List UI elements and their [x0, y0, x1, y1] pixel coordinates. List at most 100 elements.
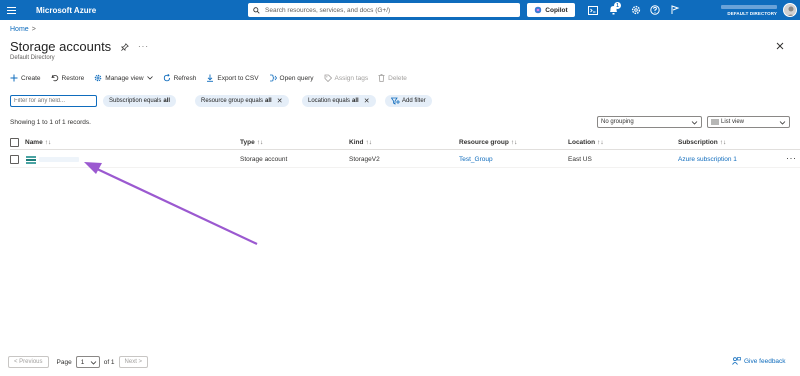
column-header-subscription[interactable]: Subscription ↑↓: [678, 139, 726, 146]
query-icon: [269, 74, 277, 82]
page-title: Storage accounts: [10, 39, 112, 54]
filter-pill-location[interactable]: Location equals all ✕: [302, 95, 376, 107]
chevron-down-icon: [146, 76, 153, 80]
add-filter-icon: [391, 97, 400, 105]
export-csv-button[interactable]: Export to CSV: [206, 74, 259, 82]
notification-badge: 1: [614, 2, 621, 9]
page-value: 1: [80, 358, 85, 366]
table-header: Name ↑↓ Type ↑↓ Kind ↑↓ Resource group ↑↓ Lo…: [10, 136, 800, 150]
feedback-icon[interactable]: [669, 4, 681, 16]
list-view-icon: [711, 119, 719, 125]
tag-icon: [324, 74, 332, 82]
row-more-icon[interactable]: ···: [786, 153, 797, 163]
annotation-arrow: [84, 162, 258, 245]
remove-filter-icon[interactable]: ✕: [364, 97, 370, 105]
page-label: Page: [56, 358, 72, 366]
page-subtitle: Default Directory: [10, 55, 55, 61]
gear-icon: [95, 74, 102, 82]
filter-input[interactable]: [10, 95, 97, 107]
more-options-icon[interactable]: ···: [138, 42, 149, 51]
grouping-select[interactable]: No grouping: [597, 116, 702, 128]
open-query-label: Open query: [279, 74, 314, 82]
page-total: of 1: [103, 358, 115, 366]
copilot-button[interactable]: Copilot: [527, 3, 575, 17]
delete-button[interactable]: Delete: [378, 74, 407, 82]
trash-icon: [378, 74, 385, 82]
account-directory: DEFAULT DIRECTORY: [727, 11, 777, 16]
feedback-person-icon: [732, 357, 741, 365]
global-search-input[interactable]: Search resources, services, and docs (G+…: [248, 3, 520, 17]
column-header-resource-group[interactable]: Resource group ↑↓: [459, 139, 517, 146]
filter-pill-resource-group[interactable]: Resource group equals all ✕: [195, 95, 289, 107]
column-header-type[interactable]: Type ↑↓: [240, 139, 263, 146]
next-page-button[interactable]: Next >: [118, 356, 149, 368]
give-feedback-link[interactable]: Give feedback: [732, 357, 786, 365]
storage-account-name-redacted[interactable]: [39, 157, 79, 162]
filter-location-value: all: [352, 98, 359, 104]
avatar[interactable]: [783, 3, 797, 17]
breadcrumb-home[interactable]: Home: [10, 26, 29, 33]
refresh-label: Refresh: [173, 74, 197, 82]
assign-tags-button[interactable]: Assign tags: [324, 74, 369, 82]
create-label: Create: [21, 74, 41, 82]
filter-subscription-value: all: [163, 98, 171, 104]
chevron-down-icon: [691, 121, 698, 125]
breadcrumb: Home >: [10, 26, 36, 33]
help-icon[interactable]: [649, 4, 661, 16]
cell-resource-group-link[interactable]: Test_Group: [459, 156, 493, 163]
account-email-redacted: [721, 5, 777, 9]
cloud-shell-icon[interactable]: [587, 4, 599, 16]
add-filter-button[interactable]: Add filter: [385, 95, 432, 107]
filter-resource-group-value: all: [265, 98, 272, 104]
cell-subscription-link[interactable]: Azure subscription 1: [678, 156, 737, 163]
remove-filter-icon[interactable]: ✕: [277, 97, 283, 105]
settings-icon[interactable]: [630, 4, 642, 16]
plus-icon: [10, 74, 18, 82]
records-count: Showing 1 to 1 of 1 records.: [10, 119, 91, 126]
create-button[interactable]: Create: [10, 74, 41, 82]
table-row[interactable]: Storage account StorageV2 Test_Group Eas…: [10, 151, 800, 168]
row-checkbox[interactable]: [10, 155, 19, 164]
storage-account-icon: [26, 156, 36, 164]
filter-pill-subscription[interactable]: Subscription equals all: [103, 95, 177, 107]
app-title[interactable]: Microsoft Azure: [36, 6, 246, 15]
download-icon: [207, 74, 214, 82]
cell-location: East US: [568, 156, 592, 163]
breadcrumb-separator: >: [31, 26, 36, 33]
copilot-label: Copilot: [545, 6, 568, 14]
manage-view-button[interactable]: Manage view: [94, 74, 153, 82]
view-value: List view: [721, 119, 745, 125]
previous-page-button[interactable]: < Previous: [8, 356, 49, 368]
page-select[interactable]: 1: [75, 356, 100, 368]
open-query-button[interactable]: Open query: [269, 74, 314, 82]
cell-type: Storage account: [240, 156, 288, 163]
chevron-down-icon: [779, 121, 786, 125]
command-bar: Create Restore Manage view Refresh Expor…: [10, 72, 417, 84]
restore-icon: [50, 74, 58, 82]
refresh-icon: [163, 74, 170, 82]
restore-button[interactable]: Restore: [50, 74, 84, 82]
cell-kind: StorageV2: [349, 156, 380, 163]
filter-subscription-label: Subscription equals: [109, 98, 162, 104]
give-feedback-label: Give feedback: [744, 357, 786, 365]
column-header-name[interactable]: Name ↑↓: [25, 139, 51, 146]
menu-icon[interactable]: [0, 0, 22, 20]
assign-tags-label: Assign tags: [334, 74, 369, 82]
column-header-location[interactable]: Location ↑↓: [568, 139, 604, 146]
select-all-checkbox[interactable]: [10, 138, 19, 147]
filter-resource-group-label: Resource group equals: [201, 98, 264, 104]
refresh-button[interactable]: Refresh: [163, 74, 197, 82]
copilot-icon: [535, 6, 542, 14]
view-select[interactable]: List view: [707, 116, 790, 128]
chevron-down-icon: [90, 361, 96, 365]
grouping-value: No grouping: [601, 119, 634, 125]
pagination: < Previous Page 1 of 1 Next >: [8, 356, 149, 368]
search-icon: [253, 6, 260, 14]
add-filter-label: Add filter: [402, 98, 426, 104]
search-placeholder: Search resources, services, and docs (G+…: [265, 6, 391, 14]
account-menu[interactable]: DEFAULT DIRECTORY: [693, 2, 781, 18]
export-csv-label: Export to CSV: [217, 74, 259, 82]
column-header-kind[interactable]: Kind ↑↓: [349, 139, 372, 146]
pin-icon[interactable]: [120, 43, 129, 53]
close-icon[interactable]: [776, 42, 784, 52]
